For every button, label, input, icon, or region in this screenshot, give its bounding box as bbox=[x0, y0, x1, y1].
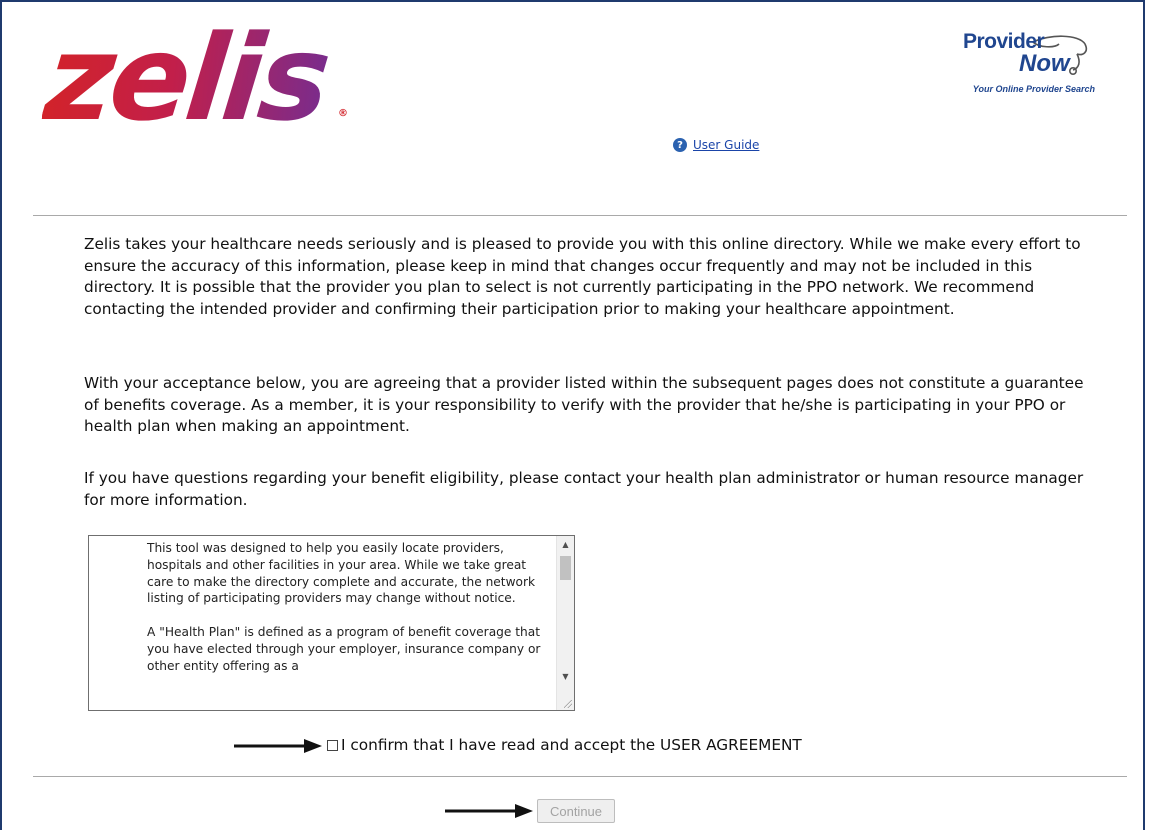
arrow-right-icon bbox=[445, 804, 533, 818]
arrow-right-icon bbox=[234, 739, 322, 753]
scroll-up-arrow-icon[interactable]: ▲ bbox=[557, 538, 574, 552]
disclaimer-paragraph-2: With your acceptance below, you are agre… bbox=[84, 374, 1084, 435]
provider-now-now: Now bbox=[1019, 50, 1070, 77]
footer-divider bbox=[33, 776, 1127, 777]
header-divider bbox=[33, 215, 1127, 216]
agreement-scrollbar[interactable]: ▲ ▼ bbox=[556, 536, 574, 710]
confirm-checkbox[interactable] bbox=[327, 739, 338, 751]
user-agreement-textarea[interactable]: This tool was designed to help you easil… bbox=[88, 535, 575, 711]
provider-now-logo: Provider Now Your Online Provider Search bbox=[955, 30, 1095, 110]
logo-text: zelis bbox=[38, 9, 334, 147]
user-agreement-text: This tool was designed to help you easil… bbox=[147, 541, 541, 673]
registered-mark: ® bbox=[338, 108, 348, 119]
zelis-logo: zelis bbox=[39, 8, 334, 148]
continue-button[interactable]: Continue bbox=[537, 799, 615, 823]
disclaimer-paragraph-1: Zelis takes your healthcare needs seriou… bbox=[84, 235, 1081, 318]
user-agreement-confirm[interactable]: I confirm that I have read and accept th… bbox=[327, 736, 802, 754]
user-guide-link-group[interactable]: ? User Guide bbox=[673, 138, 759, 152]
resize-grip-icon[interactable] bbox=[564, 700, 572, 708]
scroll-down-arrow-icon[interactable]: ▼ bbox=[557, 670, 574, 684]
help-icon[interactable]: ? bbox=[673, 138, 687, 152]
disclaimer-paragraph-3: If you have questions regarding your ben… bbox=[84, 469, 1084, 509]
scrollbar-thumb[interactable] bbox=[560, 556, 571, 580]
user-guide-link[interactable]: User Guide bbox=[693, 138, 759, 152]
confirm-label[interactable]: I confirm that I have read and accept th… bbox=[341, 736, 802, 754]
provider-now-tagline: Your Online Provider Search bbox=[972, 84, 1095, 94]
